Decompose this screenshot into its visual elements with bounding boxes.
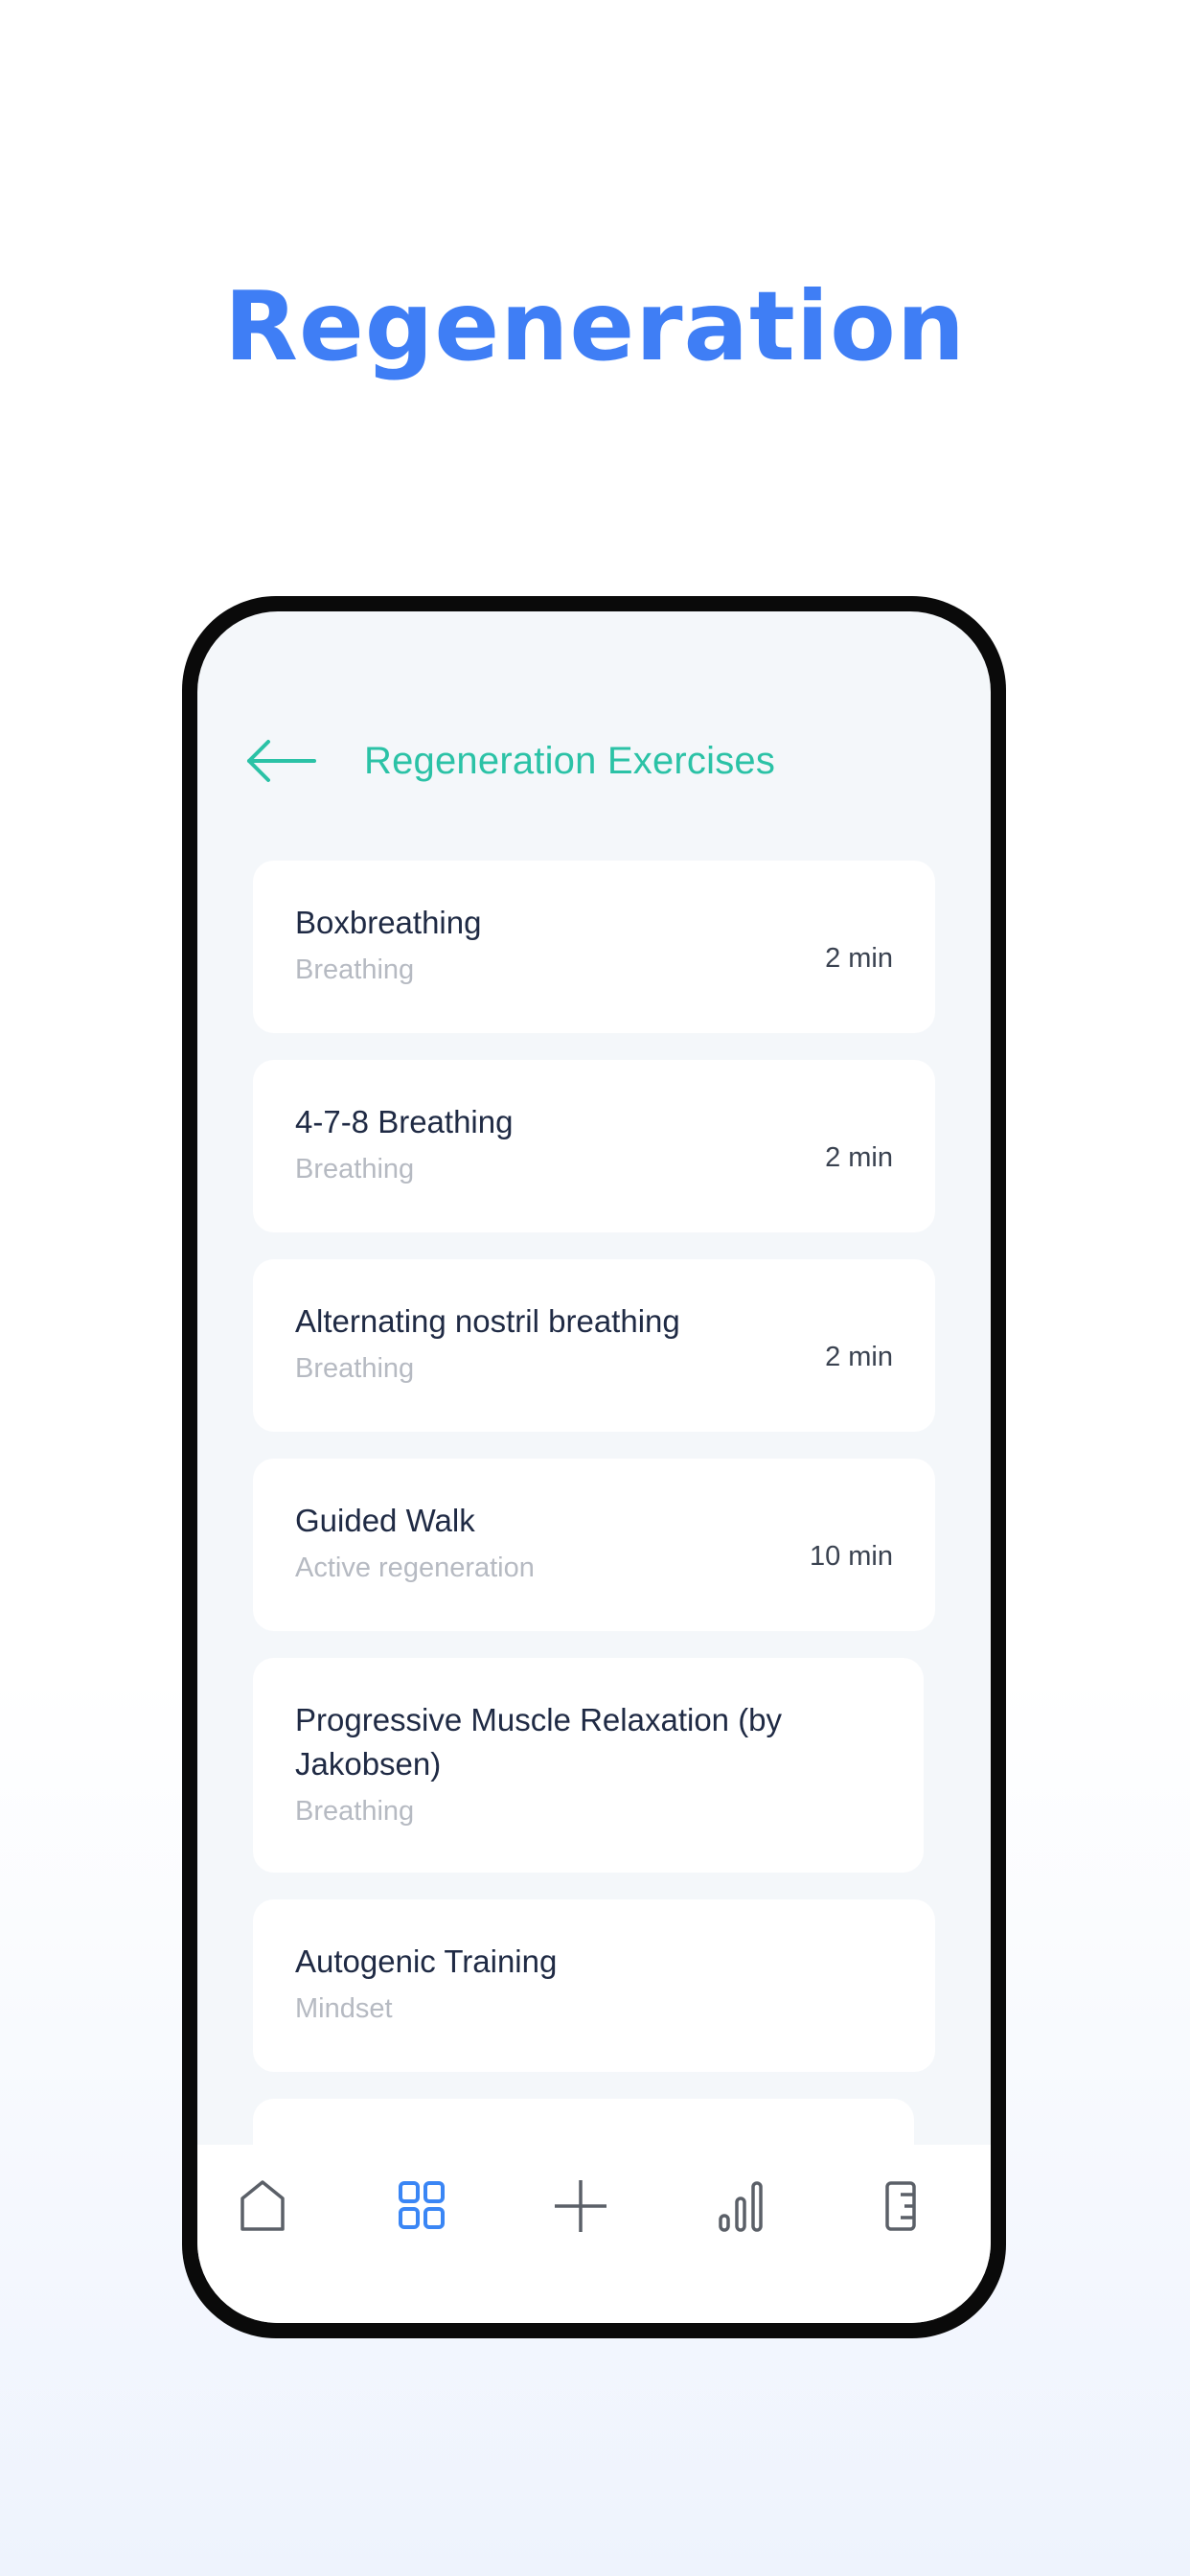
ruler-icon <box>885 2181 916 2231</box>
tab-measurements[interactable] <box>864 2170 937 2242</box>
tab-add[interactable] <box>544 2170 617 2242</box>
plus-icon <box>555 2180 606 2232</box>
exercise-card[interactable]: Progressive Muscle Relaxation (by Jakobs… <box>253 1658 924 1873</box>
tab-statistics[interactable] <box>705 2170 778 2242</box>
home-icon <box>240 2180 285 2231</box>
exercise-card[interactable]: Boxbreathing Breathing 2 min <box>253 861 935 1033</box>
top-bar: Regeneration Exercises <box>197 726 991 794</box>
phone-frame: Regeneration Exercises Boxbreathing Brea… <box>182 596 1006 2338</box>
hero-title: Regeneration <box>223 270 966 382</box>
exercise-title: Guided Walk <box>295 1503 475 1538</box>
back-button[interactable] <box>245 738 318 784</box>
exercise-category: Mindset <box>295 1993 393 2024</box>
arrow-left-icon <box>247 740 316 782</box>
bar-chart-icon <box>719 2181 763 2232</box>
grid-icon <box>399 2181 445 2229</box>
tab-home[interactable] <box>226 2170 299 2242</box>
bottom-tab-bar <box>197 2145 991 2323</box>
exercise-card[interactable]: Alternating nostril breathing Breathing … <box>253 1259 935 1432</box>
exercise-category: Breathing <box>295 954 415 985</box>
exercise-card[interactable]: 4-7-8 Breathing Breathing 2 min <box>253 1060 935 1232</box>
exercise-category: Breathing <box>295 1353 415 1384</box>
exercise-category: Breathing <box>295 1796 415 1827</box>
exercise-duration: 2 min <box>825 943 893 974</box>
tab-exercises[interactable] <box>385 2170 458 2242</box>
screen-title: Regeneration Exercises <box>364 740 776 782</box>
exercise-card[interactable]: Autogenic Training Mindset <box>253 1899 935 2072</box>
exercise-title: Autogenic Training <box>295 1944 558 1979</box>
exercise-list: Boxbreathing Breathing 2 min 4-7-8 Breat… <box>253 861 935 2298</box>
exercise-card[interactable]: Guided Walk Active regeneration 10 min <box>253 1459 935 1631</box>
exercise-title: Alternating nostril breathing <box>295 1303 680 1339</box>
exercise-category: Active regeneration <box>295 1552 535 1583</box>
exercise-title: 4-7-8 Breathing <box>295 1104 514 1139</box>
exercise-category: Breathing <box>295 1154 415 1184</box>
exercise-title: Boxbreathing <box>295 905 482 940</box>
exercise-title: Progressive Muscle Relaxation (by Jakobs… <box>295 1702 783 1782</box>
exercise-duration: 2 min <box>825 1142 893 1173</box>
exercise-duration: 2 min <box>825 1342 893 1372</box>
phone-screen: Regeneration Exercises Boxbreathing Brea… <box>197 611 991 2323</box>
exercise-duration: 10 min <box>809 1541 893 1572</box>
